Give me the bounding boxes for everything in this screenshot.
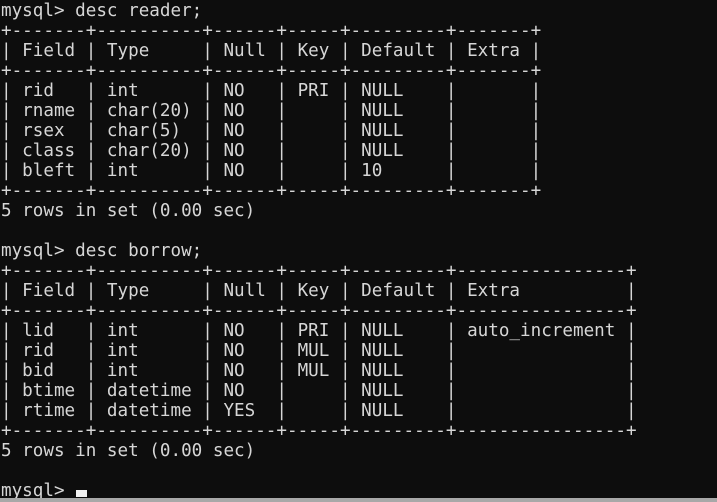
terminal-line: mysql> [0, 481, 717, 498]
terminal-output: mysql> desc reader; +-------+----------+-… [0, 1, 717, 498]
terminal-line: | rid | int | NO | MUL | NULL | | [1, 341, 637, 361]
terminal-line: | lid | int | NO | PRI | NULL | auto_inc… [1, 321, 637, 341]
terminal-line: | bleft | int | NO | | 10 | | [1, 161, 542, 181]
text-cursor [75, 490, 87, 497]
terminal-line: +-------+----------+------+-----+-------… [1, 301, 637, 321]
horizontal-scrollbar[interactable] [0, 498, 717, 502]
terminal-screen[interactable]: mysql> desc reader; +-------+----------+-… [0, 0, 717, 498]
terminal-line: | Field | Type | Null | Key | Default | … [1, 281, 637, 301]
terminal-line: | bid | int | NO | MUL | NULL | | [1, 361, 637, 381]
terminal-line: | Field | Type | Null | Key | Default | … [1, 41, 542, 61]
terminal-line: | rsex | char(5) | NO | | NULL | | [1, 121, 542, 141]
prompt-text: mysql> [1, 481, 65, 498]
terminal-line: +-------+----------+------+-----+-------… [1, 181, 542, 201]
terminal-line: mysql> desc reader; [1, 1, 203, 21]
terminal-line: | class | char(20) | NO | | NULL | | [1, 141, 542, 161]
terminal-line: mysql> desc borrow; [1, 241, 203, 261]
terminal-line: 5 rows in set (0.00 sec) [1, 441, 256, 461]
terminal-line: +-------+----------+------+-----+-------… [1, 61, 542, 81]
terminal-line: 5 rows in set (0.00 sec) [1, 201, 256, 221]
terminal-line: | btime | datetime | NO | | NULL | | [1, 381, 637, 401]
terminal-line: +-------+----------+------+-----+-------… [1, 261, 637, 281]
scrollbar-thumb[interactable] [0, 498, 717, 502]
terminal-line: +-------+----------+------+-----+-------… [1, 21, 542, 41]
terminal-line: | rid | int | NO | PRI | NULL | | [1, 81, 542, 101]
terminal-line: | rname | char(20) | NO | | NULL | | [1, 101, 542, 121]
terminal-line: +-------+----------+------+-----+-------… [1, 421, 637, 441]
terminal-line: | rtime | datetime | YES | | NULL | | [1, 401, 637, 421]
